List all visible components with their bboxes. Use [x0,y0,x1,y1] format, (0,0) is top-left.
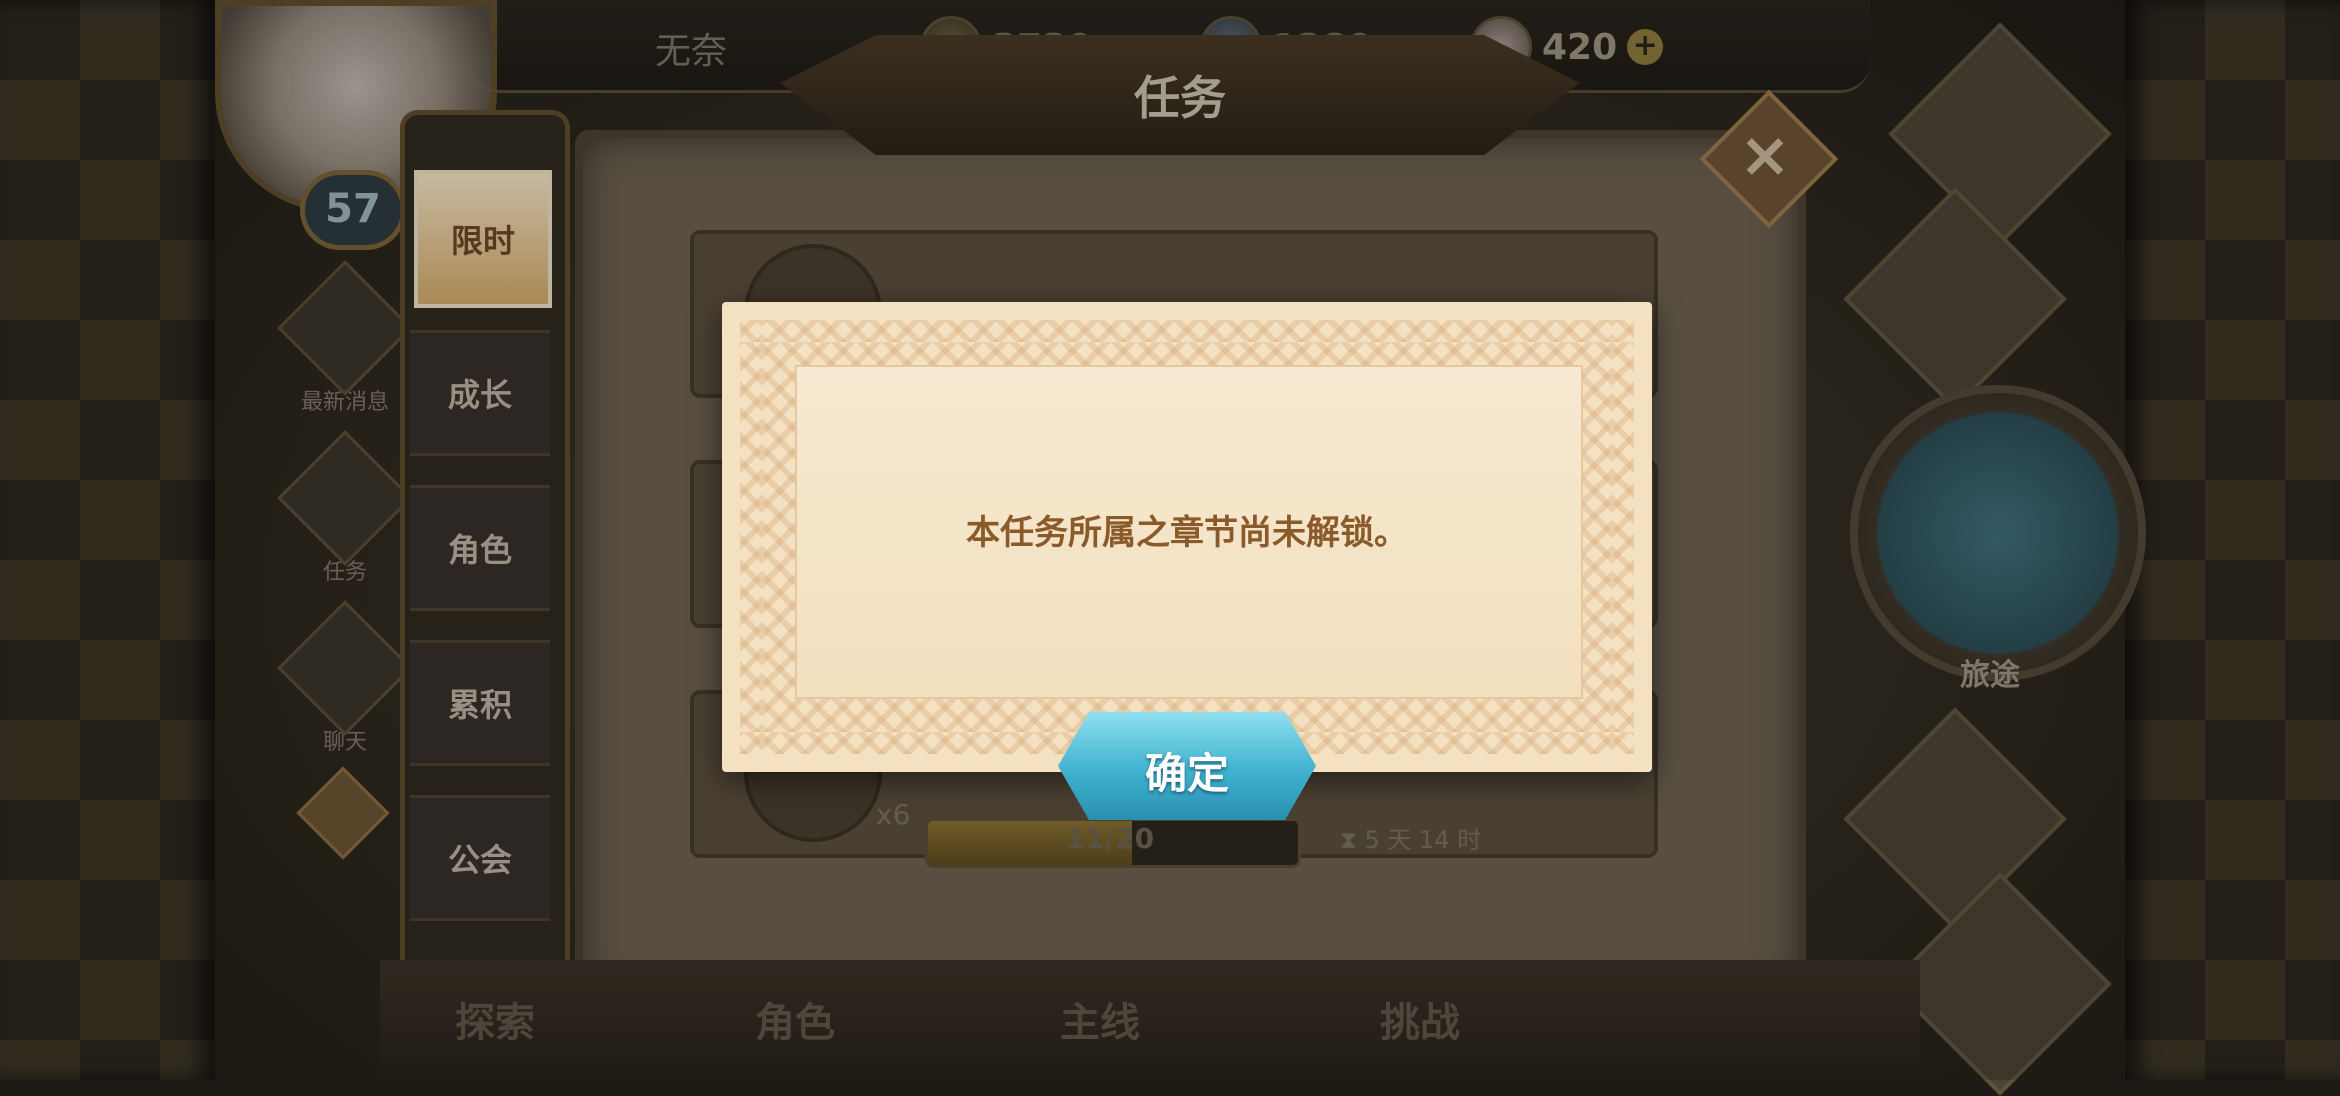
confirm-button-label[interactable]: 确定 [1058,740,1316,801]
dialog-message: 本任务所属之章节尚未解锁。 [966,513,1408,553]
